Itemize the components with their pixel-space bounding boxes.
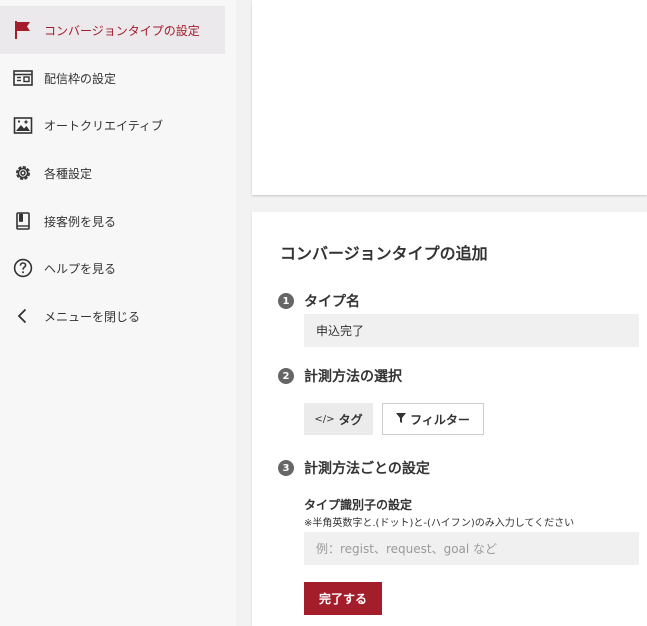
type-identifier-input[interactable] (304, 532, 639, 565)
sidebar-item-label: コンバージョンタイプの設定 (44, 23, 200, 38)
sidebar-item-delivery-slot[interactable]: 配信枠の設定 (0, 54, 225, 102)
sidebar-item-label: メニューを閉じる (44, 309, 141, 324)
step-label: 計測方法ごとの設定 (304, 461, 430, 477)
sidebar-item-settings[interactable]: 各種設定 (0, 149, 225, 197)
sidebar-item-label: 各種設定 (44, 166, 93, 181)
step-label: 計測方法の選択 (304, 369, 402, 385)
sidebar-item-label: 接客例を見る (44, 214, 117, 229)
step-method-settings: 3 計測方法ごとの設定 (278, 458, 430, 478)
step-number: 1 (278, 293, 294, 309)
form-title: コンバージョンタイプの追加 (280, 244, 488, 263)
step-measurement-method: 2 計測方法の選択 (278, 366, 402, 386)
filter-button[interactable]: フィルター (382, 403, 484, 435)
book-icon (12, 210, 34, 232)
type-identifier-heading: タイプ識別子の設定 (304, 498, 413, 512)
type-name-input[interactable] (304, 314, 639, 347)
window-icon (12, 67, 34, 89)
conversion-type-form: コンバージョンタイプの追加 1 タイプ名 2 計測方法の選択 </> タグ フィ… (252, 212, 647, 626)
chevron-left-icon (12, 305, 34, 327)
sidebar-item-close-menu[interactable]: メニューを閉じる (0, 292, 225, 340)
top-panel (252, 0, 647, 195)
sidebar: コンバージョンタイプの設定 配信枠の設定 オートクリエイティブ 各種設定 接客例… (0, 0, 236, 626)
sidebar-item-label: ヘルプを見る (44, 261, 117, 276)
image-sparkle-icon (12, 114, 34, 136)
complete-button[interactable]: 完了する (304, 582, 382, 615)
sidebar-item-conversion-type[interactable]: コンバージョンタイプの設定 (0, 6, 225, 54)
flag-icon (12, 19, 34, 41)
tag-button-label: タグ (338, 412, 363, 427)
step-number: 2 (278, 368, 294, 384)
input-rule-note: ※半角英数字と.(ドット)と-(ハイフン)のみ入力してください (304, 518, 575, 529)
help-circle-icon (12, 257, 34, 279)
sidebar-item-examples[interactable]: 接客例を見る (0, 197, 225, 245)
step-label: タイプ名 (304, 294, 360, 310)
filter-icon (396, 412, 407, 426)
sidebar-item-auto-creative[interactable]: オートクリエイティブ (0, 101, 225, 149)
sidebar-item-label: 配信枠の設定 (44, 71, 117, 86)
sidebar-item-label: オートクリエイティブ (44, 118, 164, 133)
tag-button[interactable]: </> タグ (304, 403, 373, 435)
code-icon: </> (314, 413, 335, 425)
step-type-name: 1 タイプ名 (278, 291, 360, 311)
step-number: 3 (278, 460, 294, 476)
gear-icon (12, 162, 34, 184)
filter-button-label: フィルター (410, 412, 470, 427)
sidebar-item-help[interactable]: ヘルプを見る (0, 244, 225, 292)
